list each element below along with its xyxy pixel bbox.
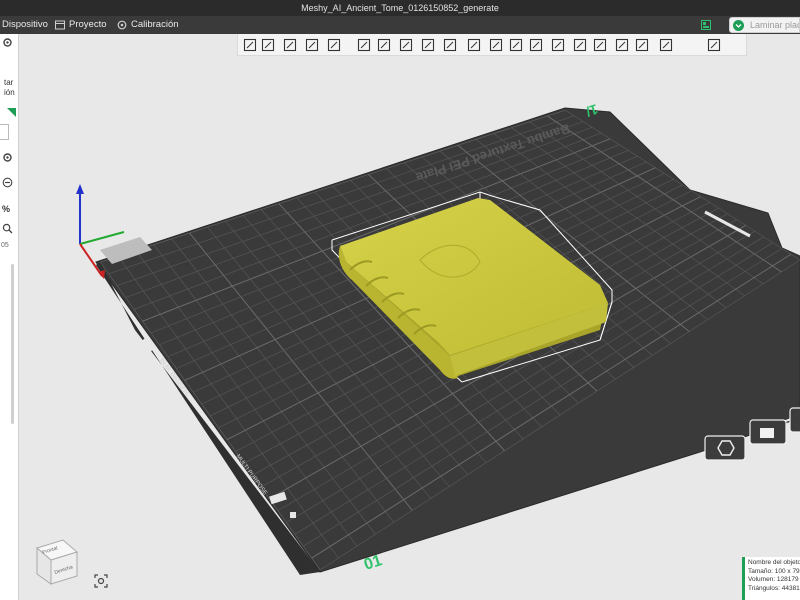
x-axis — [79, 243, 103, 277]
text-icon[interactable] — [508, 37, 524, 53]
3d-viewport[interactable]: Bambu Textured PEI Plate 1/ 01 BLM: BBS0… — [19, 34, 800, 600]
menu-device-label: Dispositivo — [2, 19, 48, 30]
menu-project-label: Proyecto — [69, 19, 107, 30]
fit-view-icon[interactable] — [94, 574, 108, 588]
box-icon[interactable] — [550, 37, 566, 53]
green-corner-marker-icon — [7, 108, 16, 117]
scale-icon[interactable] — [398, 37, 414, 53]
split-icon[interactable] — [420, 37, 436, 53]
paint-icon[interactable] — [466, 37, 482, 53]
minus-circle-icon[interactable] — [2, 177, 13, 188]
calibration-icon — [117, 20, 127, 30]
menu-device[interactable]: Dispositivo — [2, 16, 48, 34]
side-text-1: tar — [4, 78, 14, 87]
move-icon[interactable] — [356, 37, 372, 53]
object-volume-label: Volumen: 128179 — [748, 576, 799, 583]
measure-icon[interactable] — [528, 37, 544, 53]
mesh-boolean-icon[interactable] — [592, 37, 608, 53]
grid-arrange-icon[interactable] — [260, 37, 276, 53]
menu-project[interactable]: Proyecto — [55, 16, 107, 34]
project-icon — [55, 20, 65, 30]
slice-plate-button[interactable]: Laminar placa — [729, 17, 800, 33]
menu-bar: Dispositivo Proyecto Calibración Laminar… — [0, 16, 800, 34]
side-number: 05 — [1, 242, 9, 249]
side-input-field[interactable] — [0, 124, 9, 140]
top-toolbar — [237, 34, 747, 56]
assembly-icon[interactable] — [572, 37, 588, 53]
object-name-label: Nombre del objeto — [748, 559, 800, 566]
object-size-label: Tamaño: 100 x 79 — [748, 567, 800, 575]
copy-icon[interactable] — [614, 37, 630, 53]
layout-icon[interactable] — [304, 37, 320, 53]
slice-plate-label: Laminar placa — [750, 20, 799, 30]
z-axis-arrow-icon — [76, 184, 84, 194]
plate-scene: Bambu Textured PEI Plate 1/ 01 BLM: BBS0… — [76, 101, 800, 575]
search-icon[interactable] — [2, 223, 13, 234]
ruler-icon[interactable] — [658, 37, 674, 53]
view-cube[interactable]: Frontal Derecha — [29, 534, 85, 590]
layout-icon[interactable] — [701, 20, 711, 30]
view-icon[interactable] — [706, 37, 722, 53]
cut-icon[interactable] — [442, 37, 458, 53]
support-icon[interactable] — [488, 37, 504, 53]
plate-extra-icon[interactable] — [789, 407, 800, 433]
menu-calibration-label: Calibración — [131, 19, 179, 30]
plate-lock-icon[interactable] — [749, 419, 787, 445]
menu-calibration[interactable]: Calibración — [117, 16, 179, 34]
side-text-2: ión — [4, 88, 15, 97]
percent-label: % — [2, 204, 11, 214]
title-bar: Meshy_AI_Ancient_Tome_0126150852_generat… — [0, 0, 800, 16]
paste-icon[interactable] — [634, 37, 650, 53]
object-info-panel: Nombre del objeto Tamaño: 100 x 79 Volum… — [742, 557, 800, 600]
settings-gear-icon-2[interactable] — [2, 152, 13, 163]
y-axis — [79, 231, 125, 245]
side-panel: tar ión % 05 — [0, 34, 19, 600]
rotate-icon[interactable] — [376, 37, 392, 53]
object-triangles-label: Triángulos: 44381 — [748, 584, 800, 592]
add-object-icon[interactable] — [242, 37, 258, 53]
side-scrollbar[interactable] — [11, 264, 14, 424]
window-title: Meshy_AI_Ancient_Tome_0126150852_generat… — [301, 3, 499, 13]
plate-settings-icon[interactable] — [704, 435, 746, 461]
list-icon[interactable] — [326, 37, 342, 53]
dropdown-chevron-icon[interactable] — [733, 20, 744, 31]
settings-gear-icon[interactable] — [2, 37, 13, 48]
auto-orient-icon[interactable] — [282, 37, 298, 53]
